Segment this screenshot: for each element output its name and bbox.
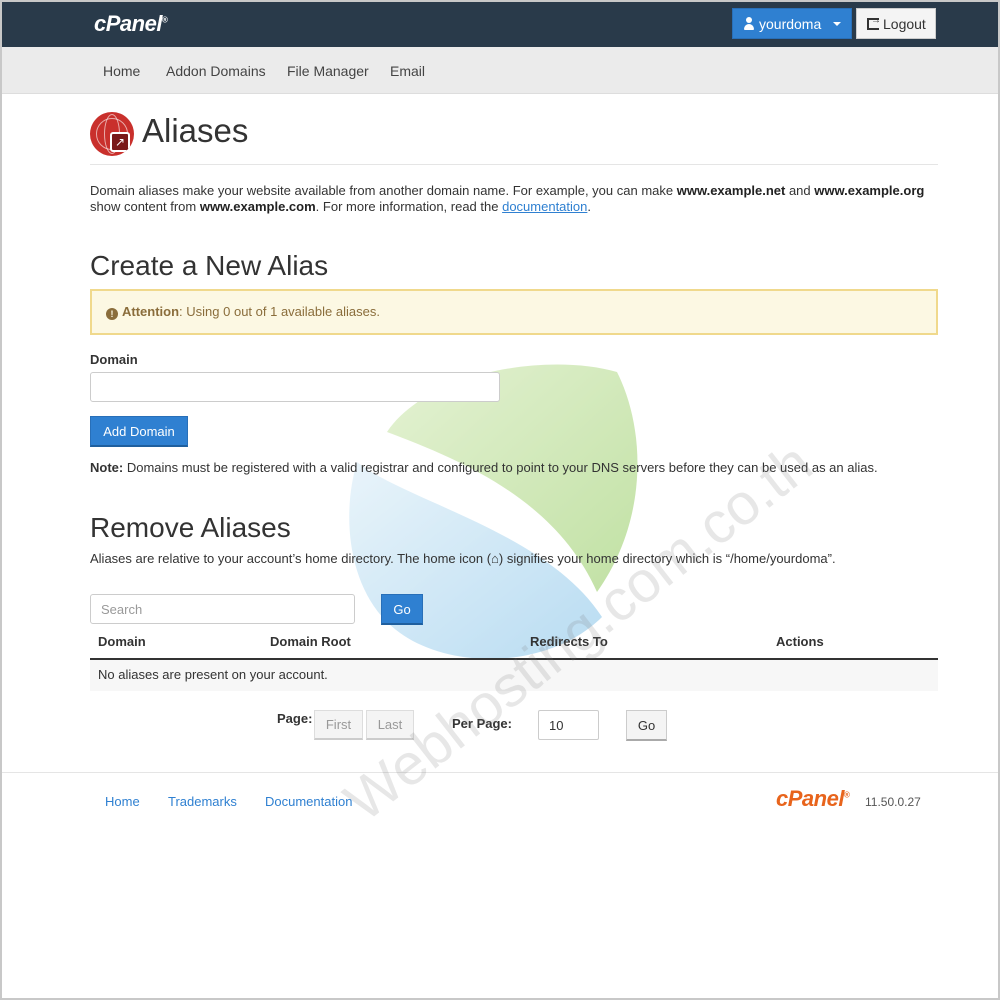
column-header-domain-root[interactable]: Domain Root <box>270 634 351 649</box>
search-input[interactable] <box>90 594 355 624</box>
footer-divider <box>2 772 998 773</box>
exclamation-icon: ! <box>106 308 118 320</box>
registration-note: Note: Domains must be registered with a … <box>90 460 878 475</box>
documentation-link[interactable]: documentation <box>502 199 587 214</box>
divider <box>90 164 938 165</box>
per-page-go-button[interactable]: Go <box>626 710 667 741</box>
column-header-domain[interactable]: Domain <box>98 634 146 649</box>
page-title: Aliases <box>142 112 249 149</box>
version-number: 11.50.0.27 <box>865 795 921 809</box>
caret-down-icon <box>833 21 841 26</box>
remove-description: Aliases are relative to your account’s h… <box>90 551 836 566</box>
create-alias-heading: Create a New Alias <box>90 250 329 281</box>
home-icon: ⌂ <box>491 551 499 566</box>
footer-link-home[interactable]: Home <box>105 794 140 809</box>
per-page-input[interactable] <box>538 710 599 740</box>
add-domain-button[interactable]: Add Domain <box>90 416 188 447</box>
page-description: Domain aliases make your website availab… <box>90 183 925 214</box>
top-bar: cPanel® yourdoma Logout <box>2 2 998 47</box>
cpanel-logo[interactable]: cPanel® <box>94 11 168 37</box>
aliases-icon: ↗ <box>90 112 134 156</box>
first-page-button[interactable]: First <box>314 710 363 740</box>
page-label: Page: <box>277 711 313 726</box>
logout-label: Logout <box>883 15 926 32</box>
footer-link-trademarks[interactable]: Trademarks <box>168 794 237 809</box>
table-row: No aliases are present on your account. <box>90 660 938 691</box>
nav-item-email[interactable]: Email <box>390 63 425 79</box>
remove-aliases-heading: Remove Aliases <box>90 512 291 543</box>
footer-link-documentation[interactable]: Documentation <box>265 794 352 809</box>
browser-frame: cPanel® yourdoma Logout Home Addon Domai… <box>0 0 1000 1000</box>
watermark-text: Webhosting.com.co.th <box>332 430 824 835</box>
footer-cpanel-logo[interactable]: cPanel® <box>776 786 850 812</box>
domain-label: Domain <box>90 352 138 367</box>
logout-icon <box>867 15 881 30</box>
column-header-redirects-to[interactable]: Redirects To <box>530 634 608 649</box>
column-header-actions: Actions <box>776 634 824 649</box>
nav-item-home[interactable]: Home <box>103 63 140 79</box>
attention-alert: ! Attention: Using 0 out of 1 available a… <box>90 289 938 335</box>
user-menu-button[interactable]: yourdoma <box>732 8 852 39</box>
user-name: yourdoma <box>759 15 822 32</box>
nav-item-addon-domains[interactable]: Addon Domains <box>166 63 266 79</box>
search-go-button[interactable]: Go <box>381 594 423 625</box>
last-page-button[interactable]: Last <box>366 710 414 740</box>
domain-input[interactable] <box>90 372 500 402</box>
nav-item-file-manager[interactable]: File Manager <box>287 63 369 79</box>
logout-button[interactable]: Logout <box>856 8 936 39</box>
per-page-label: Per Page: <box>452 716 512 731</box>
user-icon <box>743 16 755 31</box>
nav-bar: Home Addon Domains File Manager Email <box>2 47 998 94</box>
